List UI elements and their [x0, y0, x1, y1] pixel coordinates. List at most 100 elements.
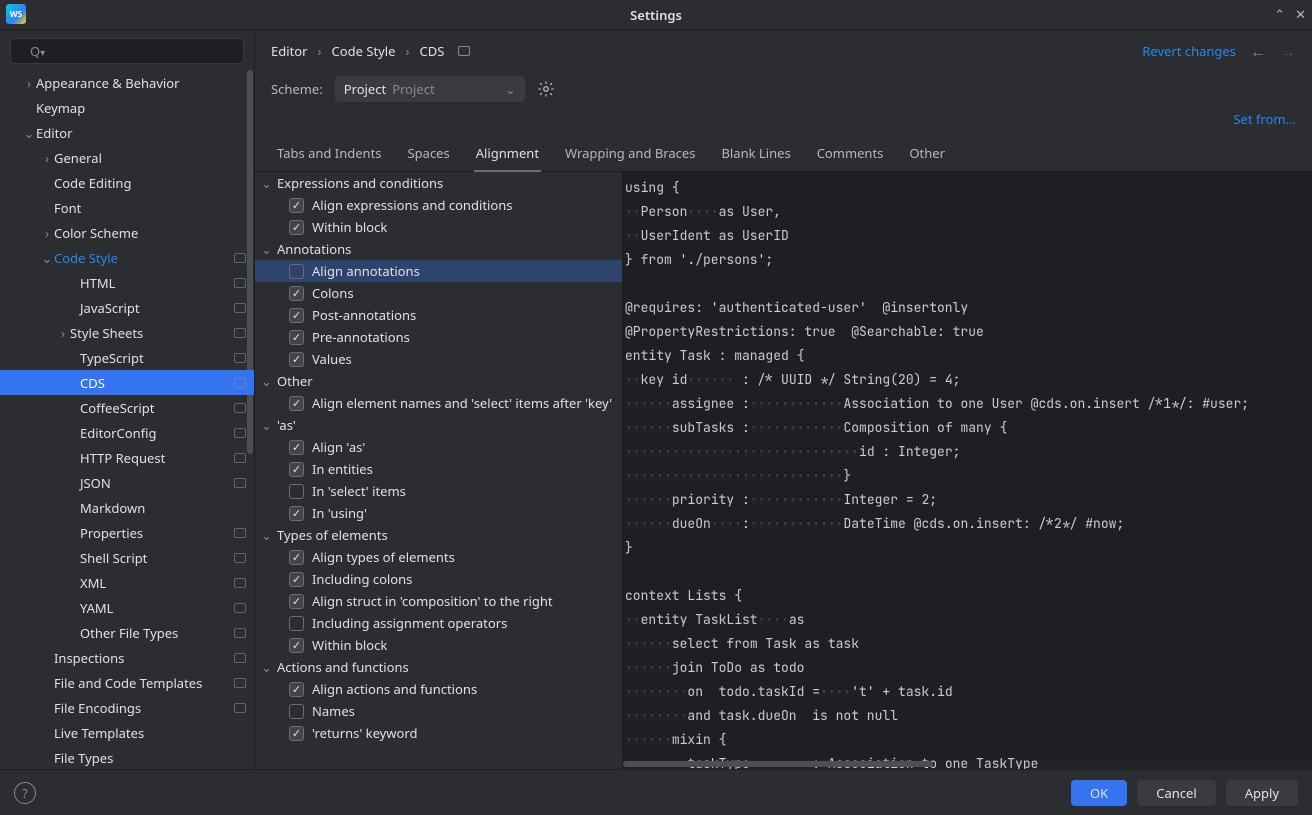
sidebar-item-appearance-behavior[interactable]: ›Appearance & Behavior [0, 70, 254, 95]
option-row[interactable]: Align struct in 'composition' to the rig… [255, 590, 622, 612]
option-row[interactable]: Align expressions and conditions [255, 194, 622, 216]
sidebar-item-file-encodings[interactable]: File Encodings [0, 695, 254, 720]
sidebar-item-coffeescript[interactable]: CoffeeScript [0, 395, 254, 420]
preview-horizontal-scrollbar[interactable] [623, 759, 1312, 769]
checkbox[interactable] [289, 682, 304, 697]
checkbox[interactable] [289, 594, 304, 609]
sidebar-item-live-templates[interactable]: Live Templates [0, 720, 254, 745]
apply-button[interactable]: Apply [1226, 780, 1298, 806]
group-header[interactable]: ⌄Annotations [255, 238, 622, 260]
breadcrumb-item[interactable]: Editor [271, 42, 308, 60]
ok-button[interactable]: OK [1071, 780, 1127, 806]
checkbox[interactable] [289, 572, 304, 587]
option-row[interactable]: Pre-annotations [255, 326, 622, 348]
option-row[interactable]: Including colons [255, 568, 622, 590]
help-button[interactable]: ? [14, 782, 36, 804]
option-row[interactable]: Within block [255, 634, 622, 656]
option-row[interactable]: Within block [255, 216, 622, 238]
sidebar-item-properties[interactable]: Properties [0, 520, 254, 545]
sidebar-item-shell-script[interactable]: Shell Script [0, 545, 254, 570]
revert-changes-link[interactable]: Revert changes [1142, 42, 1236, 60]
checkbox[interactable] [289, 462, 304, 477]
group-header[interactable]: ⌄Other [255, 370, 622, 392]
alignment-settings-panel[interactable]: ⌄Expressions and conditionsAlign express… [255, 172, 623, 769]
option-row[interactable]: Align actions and functions [255, 678, 622, 700]
tab-alignment[interactable]: Alignment [474, 140, 541, 172]
checkbox[interactable] [289, 220, 304, 235]
sidebar-item-code-editing[interactable]: Code Editing [0, 170, 254, 195]
scheme-dropdown[interactable]: Project Project ⌄ [335, 76, 525, 102]
settings-tree[interactable]: ›Appearance & BehaviorKeymap⌄Editor›Gene… [0, 70, 254, 769]
option-row[interactable]: In 'using' [255, 502, 622, 524]
breadcrumb-item[interactable]: Code Style [332, 42, 396, 60]
sidebar-item-file-types[interactable]: File Types [0, 745, 254, 769]
sidebar-item-general[interactable]: ›General [0, 145, 254, 170]
tab-spaces[interactable]: Spaces [406, 140, 452, 171]
option-row[interactable]: Align 'as' [255, 436, 622, 458]
option-label: In 'using' [312, 504, 367, 522]
option-row[interactable]: In entities [255, 458, 622, 480]
option-row[interactable]: Align annotations [255, 260, 622, 282]
sidebar-item-style-sheets[interactable]: ›Style Sheets [0, 320, 254, 345]
checkbox[interactable] [289, 396, 304, 411]
tab-tabs-and-indents[interactable]: Tabs and Indents [275, 140, 384, 171]
checkbox[interactable] [289, 704, 304, 719]
tab-other[interactable]: Other [907, 140, 947, 171]
sidebar-item-typescript[interactable]: TypeScript [0, 345, 254, 370]
checkbox[interactable] [289, 330, 304, 345]
sidebar-item-json[interactable]: JSON [0, 470, 254, 495]
cancel-button[interactable]: Cancel [1137, 780, 1215, 806]
sidebar-item-keymap[interactable]: Keymap [0, 95, 254, 120]
sidebar-item-other-file-types[interactable]: Other File Types [0, 620, 254, 645]
option-row[interactable]: Align element names and 'select' items a… [255, 392, 622, 414]
checkbox[interactable] [289, 308, 304, 323]
option-row[interactable]: Align types of elements [255, 546, 622, 568]
sidebar-item-xml[interactable]: XML [0, 570, 254, 595]
window-minimize-icon[interactable]: ⌃ [1274, 5, 1285, 23]
option-row[interactable]: Names [255, 700, 622, 722]
sidebar-item-markdown[interactable]: Markdown [0, 495, 254, 520]
checkbox[interactable] [289, 726, 304, 741]
option-row[interactable]: Values [255, 348, 622, 370]
set-from-link[interactable]: Set from... [1233, 110, 1296, 128]
checkbox[interactable] [289, 264, 304, 279]
group-header[interactable]: ⌄Expressions and conditions [255, 172, 622, 194]
checkbox[interactable] [289, 352, 304, 367]
checkbox[interactable] [289, 550, 304, 565]
sidebar-item-code-style[interactable]: ⌄Code Style [0, 245, 254, 270]
group-title: Annotations [277, 240, 351, 258]
checkbox[interactable] [289, 638, 304, 653]
checkbox[interactable] [289, 484, 304, 499]
tab-blank-lines[interactable]: Blank Lines [719, 140, 792, 171]
sidebar-item-html[interactable]: HTML [0, 270, 254, 295]
option-row[interactable]: In 'select' items [255, 480, 622, 502]
checkbox[interactable] [289, 440, 304, 455]
option-row[interactable]: Post-annotations [255, 304, 622, 326]
sidebar-item-inspections[interactable]: Inspections [0, 645, 254, 670]
group-header[interactable]: ⌄Types of elements [255, 524, 622, 546]
tab-comments[interactable]: Comments [815, 140, 886, 171]
group-header[interactable]: ⌄Actions and functions [255, 656, 622, 678]
option-row[interactable]: Colons [255, 282, 622, 304]
option-row[interactable]: Including assignment operators [255, 612, 622, 634]
checkbox[interactable] [289, 506, 304, 521]
nav-back-icon[interactable]: ← [1250, 40, 1266, 62]
sidebar-item-font[interactable]: Font [0, 195, 254, 220]
search-input[interactable] [10, 38, 244, 64]
sidebar-item-cds[interactable]: CDS [0, 370, 254, 395]
sidebar-item-editorconfig[interactable]: EditorConfig [0, 420, 254, 445]
sidebar-item-http-request[interactable]: HTTP Request [0, 445, 254, 470]
gear-icon[interactable] [537, 80, 555, 98]
sidebar-item-javascript[interactable]: JavaScript [0, 295, 254, 320]
tab-wrapping-and-braces[interactable]: Wrapping and Braces [563, 140, 697, 171]
sidebar-item-file-and-code-templates[interactable]: File and Code Templates [0, 670, 254, 695]
group-header[interactable]: ⌄'as' [255, 414, 622, 436]
checkbox[interactable] [289, 616, 304, 631]
checkbox[interactable] [289, 198, 304, 213]
sidebar-item-color-scheme[interactable]: ›Color Scheme [0, 220, 254, 245]
sidebar-item-yaml[interactable]: YAML [0, 595, 254, 620]
window-close-icon[interactable]: ✕ [1295, 5, 1306, 23]
sidebar-item-editor[interactable]: ⌄Editor [0, 120, 254, 145]
option-row[interactable]: 'returns' keyword [255, 722, 622, 744]
checkbox[interactable] [289, 286, 304, 301]
